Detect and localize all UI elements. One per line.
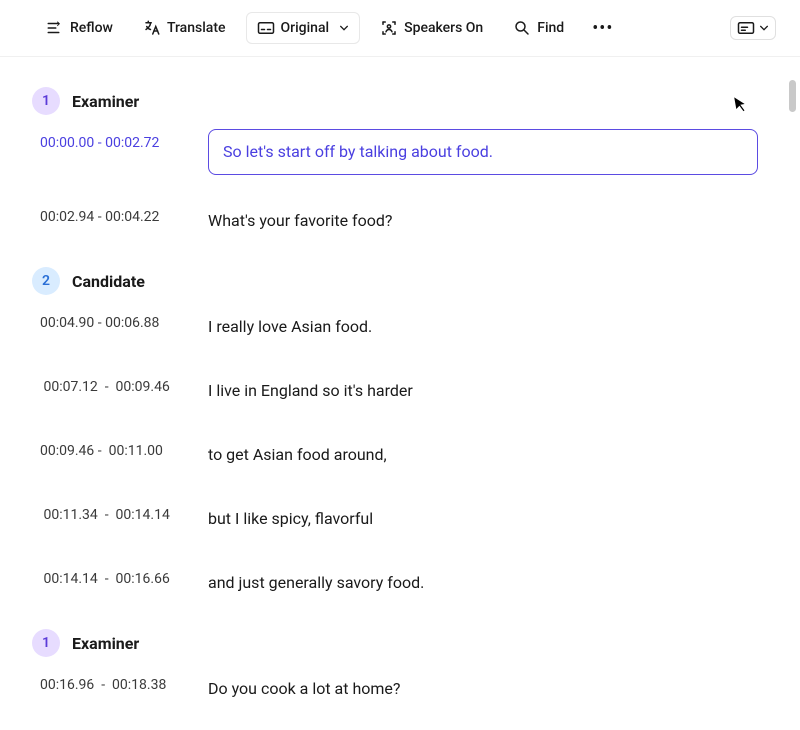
scrollbar-thumb[interactable]: [789, 80, 796, 112]
speaker-name: Examiner: [72, 92, 139, 111]
timestamp[interactable]: 00:04.90 - 00:06.88: [40, 309, 208, 331]
search-icon: [513, 19, 531, 37]
speaker-row: 1 Examiner: [32, 629, 772, 657]
find-label: Find: [537, 20, 564, 36]
reflow-label: Reflow: [70, 20, 113, 36]
timestamp[interactable]: 00:09.46 - 00:11.00: [40, 437, 208, 459]
timestamp[interactable]: 00:16.96 - 00:18.38: [40, 671, 208, 693]
transcript-line[interactable]: 00:02.94 - 00:04.22What's your favorite …: [40, 203, 772, 239]
transcript-text[interactable]: What's your favorite food?: [208, 203, 392, 239]
timestamp[interactable]: 00:02.94 - 00:04.22: [40, 203, 208, 225]
layout-dropdown[interactable]: [730, 16, 776, 40]
transcript-text[interactable]: but I like spicy, flavorful: [208, 501, 373, 537]
chevron-down-icon: [759, 23, 769, 33]
speakers-icon: [380, 19, 398, 37]
speaker-row: 1 Examiner: [32, 87, 772, 115]
caption-icon: [257, 19, 275, 37]
transcript-line[interactable]: 00:09.46 - 00:11.00to get Asian food aro…: [40, 437, 772, 473]
speaker-badge: 2: [32, 267, 60, 295]
transcript-line[interactable]: 00:04.90 - 00:06.88I really love Asian f…: [40, 309, 772, 345]
transcript-text[interactable]: to get Asian food around,: [208, 437, 387, 473]
timestamp[interactable]: 00:14.14 - 00:16.66: [40, 565, 208, 587]
more-icon: •••: [592, 18, 613, 39]
speaker-badge: 1: [32, 629, 60, 657]
transcript-text[interactable]: I really love Asian food.: [208, 309, 372, 345]
reflow-button[interactable]: Reflow: [36, 13, 123, 43]
transcript-line[interactable]: 00:16.96 - 00:18.38Do you cook a lot at …: [40, 671, 772, 707]
transcript-text[interactable]: Do you cook a lot at home?: [208, 671, 400, 707]
more-button[interactable]: •••: [584, 18, 621, 39]
reflow-icon: [46, 19, 64, 37]
speakers-label: Speakers On: [404, 20, 483, 36]
cursor-pointer: [732, 93, 751, 115]
speaker-name: Candidate: [72, 272, 145, 291]
transcript-text[interactable]: I live in England so it's harder: [208, 373, 413, 409]
timestamp[interactable]: 00:11.34 - 00:14.14: [40, 501, 208, 523]
speaker-name: Examiner: [72, 634, 139, 653]
chevron-down-icon: [339, 23, 349, 33]
original-dropdown[interactable]: Original: [246, 12, 361, 44]
timestamp[interactable]: 00:00.00 - 00:02.72: [40, 129, 208, 151]
translate-label: Translate: [167, 20, 226, 36]
layout-icon: [737, 21, 755, 35]
transcript-content: 1 Examiner 00:00.00 - 00:02.72So let's sta…: [0, 57, 800, 729]
speakers-button[interactable]: Speakers On: [370, 13, 493, 43]
transcript-line[interactable]: 00:00.00 - 00:02.72So let's start off by…: [40, 129, 772, 175]
transcript-line[interactable]: 00:11.34 - 00:14.14but I like spicy, fla…: [40, 501, 772, 537]
transcript-line[interactable]: 00:07.12 - 00:09.46I live in England so …: [40, 373, 772, 409]
transcript-line[interactable]: 00:14.14 - 00:16.66and just generally sa…: [40, 565, 772, 601]
translate-icon: [143, 19, 161, 37]
original-label: Original: [281, 20, 330, 36]
translate-button[interactable]: Translate: [133, 13, 236, 43]
transcript-text[interactable]: and just generally savory food.: [208, 565, 424, 601]
timestamp[interactable]: 00:07.12 - 00:09.46: [40, 373, 208, 395]
find-button[interactable]: Find: [503, 13, 574, 43]
transcript-text[interactable]: So let's start off by talking about food…: [208, 129, 758, 175]
speaker-badge: 1: [32, 87, 60, 115]
speaker-row: 2 Candidate: [32, 267, 772, 295]
toolbar: Reflow Translate Original Speakers On Fi…: [0, 0, 800, 57]
